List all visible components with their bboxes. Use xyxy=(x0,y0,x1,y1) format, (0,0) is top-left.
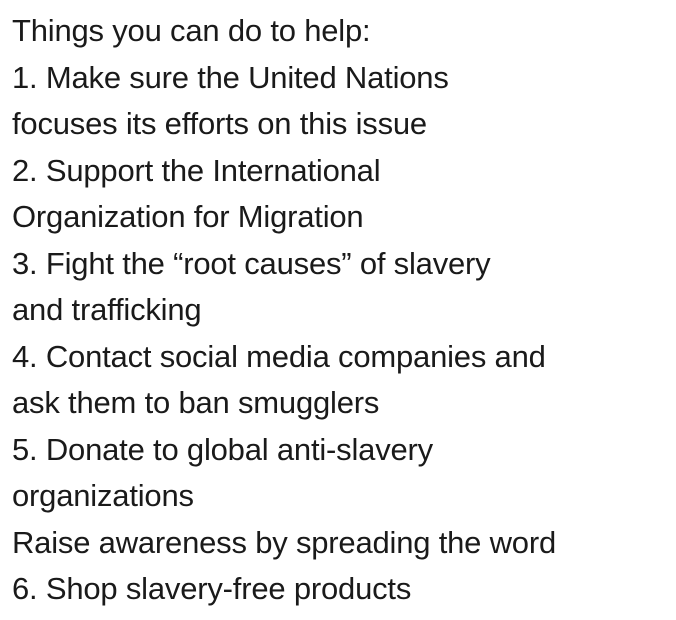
list-line-8: ask them to ban smugglers xyxy=(12,385,380,420)
list-line-7: 4. Contact social media companies and xyxy=(12,338,546,374)
list-line-2: focuses its efforts on this issue xyxy=(12,106,427,141)
document-body: Things you can do to help: 1. Make sure … xyxy=(12,8,666,613)
list-line-4: Organization for Migration xyxy=(12,199,364,234)
list-line-9: 5. Donate to global anti-slavery xyxy=(12,431,433,467)
list-line-5: 3. Fight the “root causes” of slavery xyxy=(12,245,491,281)
list-line-1: 1. Make sure the United Nations xyxy=(12,59,449,95)
list-line-3: 2. Support the International xyxy=(12,152,381,188)
list-line-10: organizations xyxy=(12,478,194,513)
list-line-6: and trafficking xyxy=(12,292,202,327)
list-line-12: 6. Shop slavery-free products xyxy=(12,571,412,606)
heading: Things you can do to help: xyxy=(12,13,371,48)
list-line-11: Raise awareness by spreading the word xyxy=(12,524,557,560)
